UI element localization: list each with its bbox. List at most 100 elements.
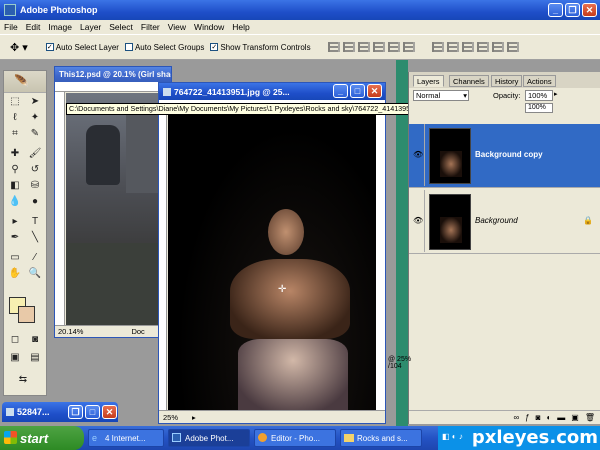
menu-file[interactable]: File xyxy=(0,22,22,32)
eye-icon[interactable]: 👁 xyxy=(411,124,425,186)
restore-app-button[interactable]: ❐ xyxy=(565,3,580,17)
line-tool-icon[interactable]: ╲ xyxy=(26,231,44,245)
layer-style-icon[interactable]: ƒ xyxy=(525,413,529,422)
align-right-icon[interactable] xyxy=(402,42,415,52)
align-top-icon[interactable] xyxy=(327,42,340,52)
opacity-arrow-icon[interactable]: ▸ xyxy=(554,90,558,98)
zoom-tool-icon[interactable]: 🔍 xyxy=(26,267,44,281)
task-photoshop[interactable]: Adobe Phot... xyxy=(168,429,250,447)
magic-wand-tool-icon[interactable]: ✦ xyxy=(26,111,44,125)
menu-window[interactable]: Window xyxy=(190,22,228,32)
lasso-tool-icon[interactable]: ℓ xyxy=(6,111,24,125)
show-transform-controls-checkbox[interactable]: ✓ Show Transform Controls xyxy=(210,43,311,52)
tab-history[interactable]: History xyxy=(491,75,523,87)
eyedropper-tool-icon[interactable]: ⁄ xyxy=(26,251,44,265)
screen-mode-full-icon[interactable]: ▤ xyxy=(26,351,44,365)
menu-layer[interactable]: Layer xyxy=(76,22,105,32)
crop-tool-icon[interactable]: ⌗ xyxy=(6,127,24,141)
restore-minimized-button[interactable]: ❐ xyxy=(68,405,83,419)
screen-mode-standard-icon[interactable]: ▣ xyxy=(6,351,24,365)
tab-layers[interactable]: Layers xyxy=(413,75,444,87)
vertical-ruler xyxy=(55,92,65,325)
healing-brush-tool-icon[interactable]: ✚ xyxy=(6,147,24,161)
layer-name[interactable]: Background copy xyxy=(475,150,543,159)
eraser-tool-icon[interactable]: ◧ xyxy=(6,179,24,193)
new-layer-icon[interactable]: ▣ xyxy=(571,413,579,422)
menu-edit[interactable]: Edit xyxy=(22,22,45,32)
history-brush-tool-icon[interactable]: ↺ xyxy=(26,163,44,177)
adjustment-layer-icon[interactable]: ◐ xyxy=(546,413,551,422)
brush-tool-icon[interactable]: 🖌 xyxy=(26,147,44,161)
layer-name[interactable]: Background xyxy=(475,216,518,225)
document-window-front[interactable]: 764722_41413951.jpg @ 25... _ □ ✕ ✛ 25% … xyxy=(158,82,386,424)
menu-help[interactable]: Help xyxy=(228,22,253,32)
minimized-document[interactable]: 52847... ❐ □ ✕ xyxy=(2,402,118,422)
quick-mask-mode-icon[interactable]: ◙ xyxy=(26,333,44,347)
align-left-icon[interactable] xyxy=(372,42,385,52)
layer-mask-icon[interactable]: ◙ xyxy=(536,413,541,422)
chevron-down-icon: ▾ xyxy=(463,91,467,100)
eye-icon[interactable]: 👁 xyxy=(411,190,425,252)
close-app-button[interactable]: ✕ xyxy=(582,3,597,17)
distribute-bottom-icon[interactable] xyxy=(461,42,474,52)
auto-select-groups-checkbox[interactable]: Auto Select Groups xyxy=(124,43,204,52)
menu-select[interactable]: Select xyxy=(105,22,137,32)
minimize-document-button[interactable]: _ xyxy=(333,84,348,98)
tab-actions[interactable]: Actions xyxy=(523,75,556,87)
folder-icon xyxy=(344,434,354,442)
path-selection-tool-icon[interactable]: ▸ xyxy=(6,215,24,229)
distribute-vcenter-icon[interactable] xyxy=(446,42,459,52)
close-document-button[interactable]: ✕ xyxy=(367,84,382,98)
standard-mode-icon[interactable]: ◻ xyxy=(6,333,24,347)
woman-head xyxy=(268,209,304,255)
move-tool-icon[interactable]: ➤ xyxy=(26,95,44,109)
tab-channels[interactable]: Channels xyxy=(449,75,489,87)
slice-tool-icon[interactable]: ✎ xyxy=(26,127,44,141)
start-button[interactable]: start xyxy=(0,426,84,450)
dodge-tool-icon[interactable]: ● xyxy=(26,195,44,209)
jump-to-imageready-icon[interactable]: ⇆ xyxy=(14,373,32,387)
fill-input[interactable]: 100% xyxy=(525,103,553,113)
hand-tool-icon[interactable]: ✋ xyxy=(6,267,24,281)
document-title-bar[interactable]: This12.psd @ 20.1% (Girl shadow, RGB/8) xyxy=(55,67,171,82)
menu-image[interactable]: Image xyxy=(44,22,76,32)
layer-thumbnail xyxy=(429,128,471,184)
document-title-bar[interactable]: 764722_41413951.jpg @ 25... _ □ ✕ xyxy=(159,83,385,100)
marquee-tool-icon[interactable]: ⬚ xyxy=(6,95,24,109)
blend-mode-select[interactable]: Normal ▾ xyxy=(413,90,469,101)
distribute-hcenter-icon[interactable] xyxy=(491,42,504,52)
background-color-swatch[interactable] xyxy=(18,306,35,323)
task-internet[interactable]: e 4 Internet... xyxy=(88,429,164,447)
layer-row-background-copy[interactable]: 👁 Background copy xyxy=(409,124,600,188)
task-editor[interactable]: Editor - Pho... xyxy=(254,429,336,447)
align-bottom-icon[interactable] xyxy=(357,42,370,52)
distribute-right-icon[interactable] xyxy=(506,42,519,52)
layer-row-background[interactable]: 👁 Background 🔒 xyxy=(409,190,600,254)
distribute-top-icon[interactable] xyxy=(431,42,444,52)
close-minimized-button[interactable]: ✕ xyxy=(102,405,117,419)
move-tool-icon[interactable]: ✥ ▾ xyxy=(10,41,28,54)
align-vcenter-icon[interactable] xyxy=(342,42,355,52)
distribute-left-icon[interactable] xyxy=(476,42,489,52)
document-canvas-front[interactable]: ✛ xyxy=(168,109,376,410)
blur-tool-icon[interactable]: 💧 xyxy=(6,195,24,209)
type-tool-icon[interactable]: T xyxy=(26,215,44,229)
align-hcenter-icon[interactable] xyxy=(387,42,400,52)
minimize-app-button[interactable]: _ xyxy=(548,3,563,17)
pen-tool-icon[interactable]: ✒ xyxy=(6,231,24,245)
task-rocks[interactable]: Rocks and s... xyxy=(340,429,422,447)
menu-view[interactable]: View xyxy=(164,22,190,32)
maximize-document-button[interactable]: □ xyxy=(350,84,365,98)
auto-select-layer-checkbox[interactable]: ✓ Auto Select Layer xyxy=(45,43,119,52)
opacity-input[interactable]: 100% xyxy=(525,90,553,101)
link-layers-icon[interactable]: ∞ xyxy=(513,413,519,422)
new-group-icon[interactable]: ▬ xyxy=(557,413,565,422)
document-canvas-back[interactable] xyxy=(66,93,171,325)
notes-tool-icon[interactable]: ▭ xyxy=(6,251,24,265)
paint-bucket-tool-icon[interactable]: ⛁ xyxy=(26,179,44,193)
status-menu-arrow-icon[interactable]: ▸ xyxy=(192,413,196,422)
clone-stamp-tool-icon[interactable]: ⚲ xyxy=(6,163,24,177)
menu-filter[interactable]: Filter xyxy=(137,22,164,32)
trash-icon[interactable]: 🗑 xyxy=(585,413,595,422)
maximize-minimized-button[interactable]: □ xyxy=(85,405,100,419)
